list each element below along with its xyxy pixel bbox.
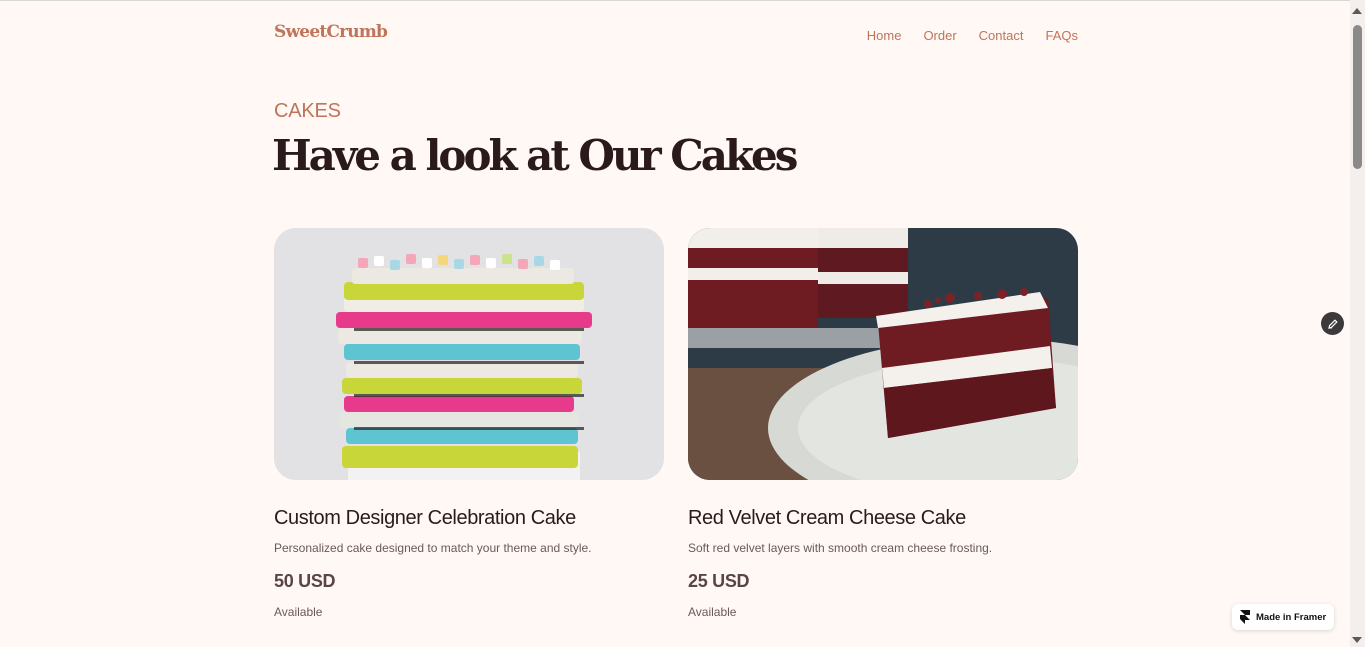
nav-order-link[interactable]: Order xyxy=(923,28,956,43)
product-availability: Available xyxy=(688,605,737,619)
made-in-framer-badge[interactable]: Made in Framer xyxy=(1232,604,1334,630)
top-divider xyxy=(0,0,1365,1)
scroll-down-arrow-icon[interactable] xyxy=(1352,637,1362,643)
nav-home-link[interactable]: Home xyxy=(867,28,902,43)
badge-label: Made in Framer xyxy=(1256,611,1327,623)
product-title[interactable]: Custom Designer Celebration Cake xyxy=(274,507,664,533)
product-image-red-velvet[interactable] xyxy=(688,228,1078,480)
page-scrollbar[interactable] xyxy=(1350,0,1365,647)
framer-logo-icon xyxy=(1240,610,1250,624)
product-price: 50 USD xyxy=(274,571,336,591)
nav-faqs-link[interactable]: FAQs xyxy=(1045,28,1078,43)
product-title[interactable]: Red Velvet Cream Cheese Cake xyxy=(688,507,1078,533)
section-eyebrow: CAKES xyxy=(274,100,341,122)
site-header: SweetCrumb Home Order Contact FAQs xyxy=(274,20,1078,50)
scrollbar-thumb[interactable] xyxy=(1353,25,1362,169)
brand-logo[interactable]: SweetCrumb xyxy=(274,22,388,42)
section-title: Have a look at Our Cakes xyxy=(272,131,798,180)
product-card-red-velvet[interactable]: Red Velvet Cream Cheese Cake Soft red ve… xyxy=(688,228,1078,619)
celebration-cake-image xyxy=(274,228,664,480)
main-nav: Home Order Contact FAQs xyxy=(845,28,1078,43)
pencil-icon xyxy=(1327,318,1338,329)
product-price: 25 USD xyxy=(688,571,750,591)
product-availability: Available xyxy=(274,605,323,619)
product-image-celebration[interactable] xyxy=(274,228,664,480)
edit-button[interactable] xyxy=(1321,312,1344,335)
nav-contact-link[interactable]: Contact xyxy=(979,28,1024,43)
product-card-celebration[interactable]: Custom Designer Celebration Cake Persona… xyxy=(274,228,664,619)
product-description: Personalized cake designed to match your… xyxy=(274,541,592,555)
scroll-up-arrow-icon[interactable] xyxy=(1352,8,1362,14)
red-velvet-cake-image xyxy=(688,228,1078,480)
product-description: Soft red velvet layers with smooth cream… xyxy=(688,541,993,555)
